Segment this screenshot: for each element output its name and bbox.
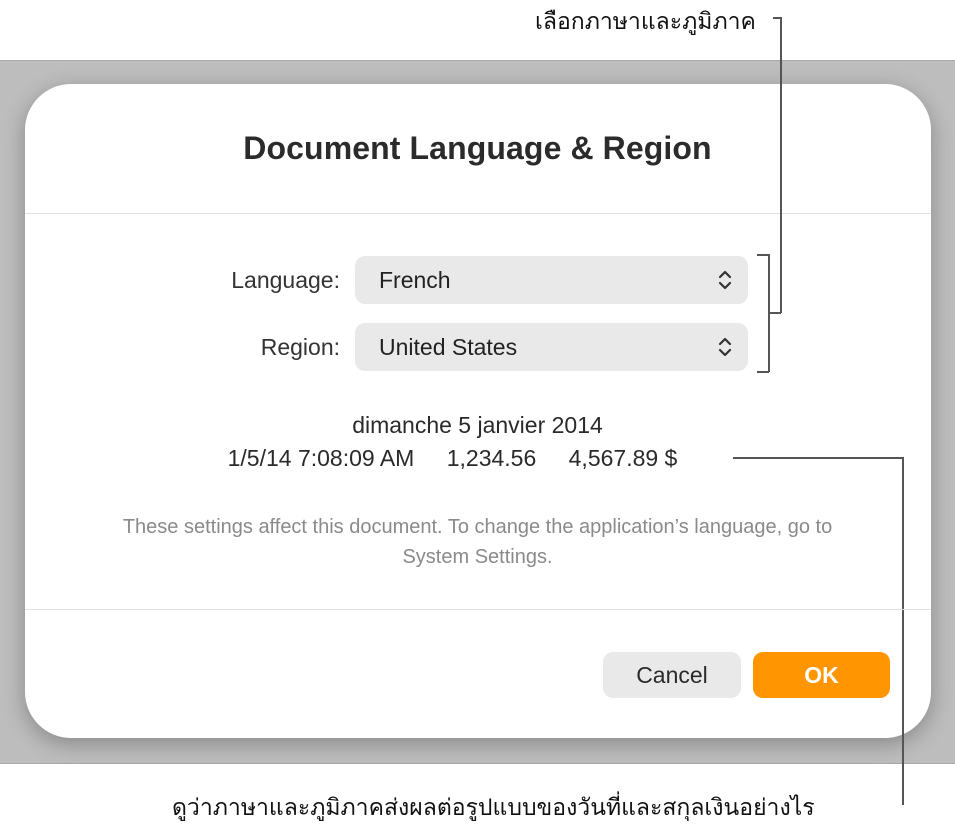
dialog-title: Document Language & Region bbox=[243, 130, 712, 166]
sample-number: 1,234.56 bbox=[446, 445, 537, 471]
dialog-sheet bbox=[25, 84, 931, 738]
callout-choose-language-region: เลือกภาษาและภูมิภาค bbox=[535, 8, 756, 34]
settings-note: These settings affect this document. To … bbox=[122, 516, 833, 568]
region-popup[interactable]: United States bbox=[355, 323, 748, 371]
footer-divider bbox=[25, 609, 931, 610]
region-label: Region: bbox=[260, 334, 340, 360]
sample-datetime: 1/5/14 7:08:09 AM bbox=[227, 445, 415, 471]
ok-button[interactable]: OK bbox=[753, 652, 890, 698]
sample-currency: 4,567.89 $ bbox=[568, 445, 678, 471]
callout-leader-top bbox=[780, 17, 782, 313]
callout-leader-top-cap bbox=[773, 17, 781, 19]
callout-preview-formats: ดูว่าภาษาและภูมิภาคส่งผลต่อรูปแบบของวันท… bbox=[172, 794, 815, 820]
region-value: United States bbox=[379, 334, 518, 360]
callout-bracket-top bbox=[757, 254, 769, 256]
callout-leader-bottom-horizontal bbox=[733, 457, 903, 459]
callout-bracket-bottom bbox=[757, 371, 769, 373]
sample-date-long: dimanche 5 janvier 2014 bbox=[352, 412, 603, 438]
language-value: French bbox=[379, 267, 451, 293]
sample-values-row: 1/5/14 7:08:09 AM 1,234.56 4,567.89 $ bbox=[0, 445, 955, 472]
language-popup[interactable]: French bbox=[355, 256, 748, 304]
title-divider bbox=[25, 213, 931, 214]
chevron-up-down-icon bbox=[718, 337, 732, 357]
callout-leader-bottom-vertical bbox=[902, 457, 904, 805]
cancel-button[interactable]: Cancel bbox=[603, 652, 741, 698]
language-label: Language: bbox=[231, 267, 340, 293]
chevron-up-down-icon bbox=[718, 270, 732, 290]
